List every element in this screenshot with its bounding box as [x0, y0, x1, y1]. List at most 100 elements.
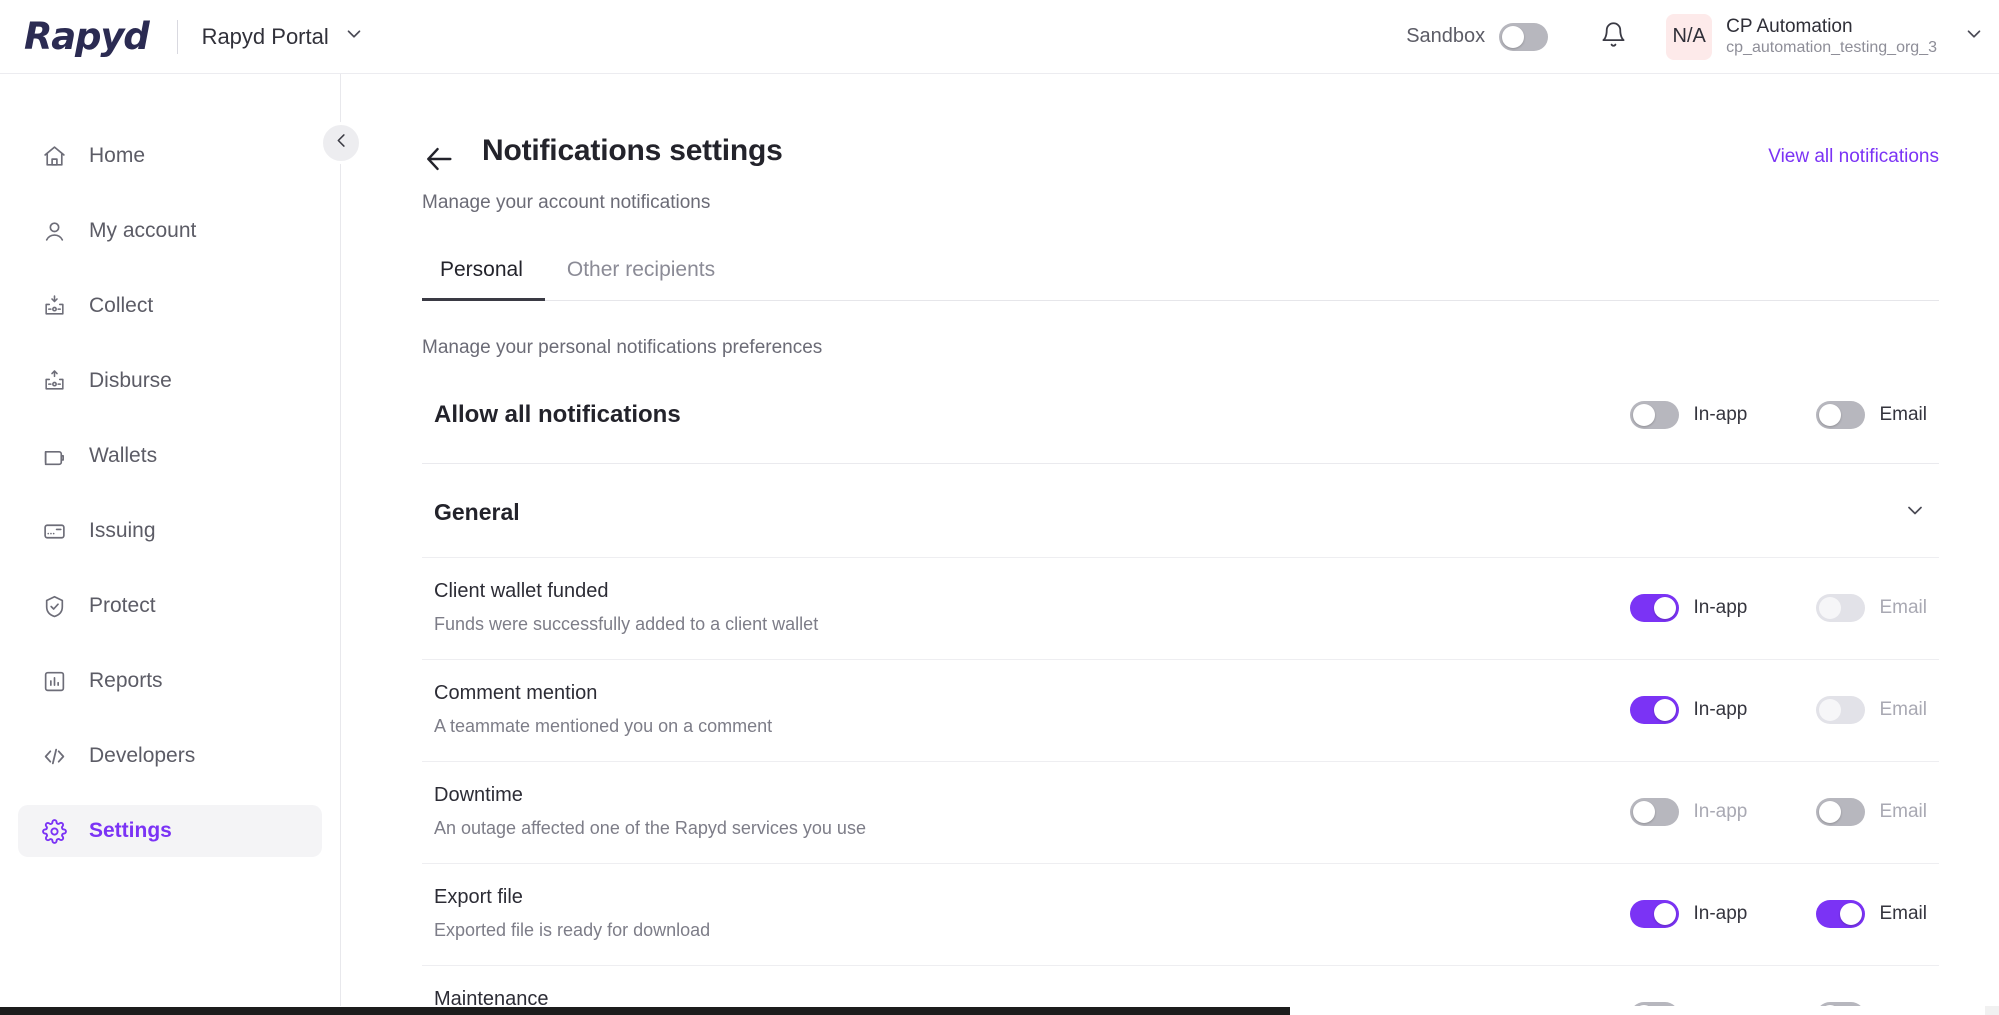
email-toggle[interactable] [1816, 594, 1865, 622]
collect-icon [41, 293, 67, 319]
email-toggle[interactable] [1816, 798, 1865, 826]
sidebar-item-reports[interactable]: Reports [18, 655, 322, 707]
logo-text: Rapyd [24, 15, 149, 58]
sandbox-switch-group[interactable]: Sandbox [1406, 23, 1548, 51]
sidebar-item-collect[interactable]: Collect [18, 280, 322, 332]
chevron-down-icon [1963, 23, 1985, 50]
top-bar-right: Sandbox N/A CP Automation cp_automation_… [1406, 14, 1999, 60]
account-name: CP Automation [1726, 15, 1937, 39]
notification-title: Export file [434, 886, 710, 909]
toggle-label: In-app [1693, 404, 1747, 426]
sidebar-item-label: Collect [89, 294, 153, 318]
page-title: Notifications settings [482, 134, 783, 168]
sidebar-item-label: Issuing [89, 519, 156, 543]
inapp-toggle[interactable] [1630, 798, 1679, 826]
content-wrapper: Notifications settings View all notifica… [342, 74, 1999, 1015]
toggle-knob [1819, 597, 1841, 619]
disburse-icon [41, 368, 67, 394]
notification-row: Client wallet funded Funds were successf… [422, 557, 1939, 659]
toggle-label: In-app [1693, 699, 1747, 721]
chevron-down-icon [343, 23, 365, 50]
user-icon [41, 218, 67, 244]
group-title: General [434, 499, 520, 526]
notification-toggles: In-app Email [1630, 798, 1927, 826]
allow-all-toggles: In-app Email [1630, 401, 1927, 429]
account-texts: CP Automation cp_automation_testing_org_… [1726, 15, 1937, 59]
sidebar-item-disburse[interactable]: Disburse [18, 355, 322, 407]
bell-icon [1600, 21, 1627, 53]
shield-check-icon [41, 593, 67, 619]
notification-row: Comment mention A teammate mentioned you… [422, 659, 1939, 761]
header-divider [177, 20, 178, 54]
sidebar-item-settings[interactable]: Settings [18, 805, 322, 857]
account-selector[interactable]: N/A CP Automation cp_automation_testing_… [1666, 14, 1985, 60]
notification-title: Client wallet funded [434, 580, 818, 603]
sidebar-item-issuing[interactable]: Issuing [18, 505, 322, 557]
toggle-knob [1654, 903, 1676, 925]
account-org-id: cp_automation_testing_org_3 [1726, 38, 1937, 58]
chevron-left-icon [332, 131, 351, 155]
tabs-bar: Personal Other recipients [422, 258, 1939, 301]
notifications-bell-button[interactable] [1590, 14, 1636, 60]
sidebar-item-my-account[interactable]: My account [18, 205, 322, 257]
sandbox-toggle[interactable] [1499, 23, 1548, 51]
toggle-knob [1819, 699, 1841, 721]
toggle-label: In-app [1693, 801, 1747, 823]
avatar: N/A [1666, 14, 1712, 60]
inapp-toggle[interactable] [1630, 696, 1679, 724]
view-all-notifications-link[interactable]: View all notifications [1768, 134, 1939, 168]
sidebar-item-label: Wallets [89, 444, 157, 468]
sidebar-item-home[interactable]: Home [18, 130, 322, 182]
horizontal-scrollbar[interactable] [0, 1006, 1999, 1015]
email-toggle[interactable] [1816, 900, 1865, 928]
email-toggle[interactable] [1816, 696, 1865, 724]
gear-icon [41, 818, 67, 844]
inapp-toggle[interactable] [1630, 594, 1679, 622]
toggle-label: Email [1879, 801, 1927, 823]
sidebar-collapse-button[interactable] [320, 122, 362, 164]
back-button[interactable] [422, 142, 456, 176]
tab-personal[interactable]: Personal [422, 258, 545, 300]
notification-title: Downtime [434, 784, 866, 807]
toggle-label: Email [1879, 903, 1927, 925]
sidebar-item-developers[interactable]: Developers [18, 730, 322, 782]
sidebar-item-label: Home [89, 144, 145, 168]
tab-other-recipients[interactable]: Other recipients [545, 258, 737, 300]
inapp-toggle[interactable] [1630, 900, 1679, 928]
group-header-general[interactable]: General [422, 464, 1939, 557]
section-description: Manage your personal notifications prefe… [422, 337, 1939, 359]
notification-texts: Client wallet funded Funds were successf… [434, 580, 818, 635]
email-group: Email [1816, 798, 1927, 826]
allow-all-email-toggle[interactable] [1816, 401, 1865, 429]
allow-all-title: Allow all notifications [434, 401, 681, 429]
notification-description: Funds were successfully added to a clien… [434, 614, 818, 635]
home-icon [41, 143, 67, 169]
notification-description: Exported file is ready for download [434, 920, 710, 941]
portal-name-label: Rapyd Portal [202, 24, 329, 50]
wallet-icon [41, 443, 67, 469]
page-header: Notifications settings View all notifica… [422, 134, 1939, 176]
toggle-label: Email [1879, 699, 1927, 721]
portal-selector[interactable]: Rapyd Portal [202, 23, 365, 50]
toggle-knob [1633, 404, 1655, 426]
notification-toggles: In-app Email [1630, 900, 1927, 928]
toggle-knob [1502, 26, 1524, 48]
toggle-knob [1840, 903, 1862, 925]
allow-all-inapp-group: In-app [1630, 401, 1816, 429]
arrow-left-icon [422, 163, 456, 180]
toggle-label: Email [1879, 597, 1927, 619]
allow-all-inapp-toggle[interactable] [1630, 401, 1679, 429]
email-group: Email [1816, 696, 1927, 724]
sidebar-item-protect[interactable]: Protect [18, 580, 322, 632]
sidebar-item-wallets[interactable]: Wallets [18, 430, 322, 482]
brand-logo[interactable]: Rapyd [0, 15, 149, 58]
notification-title: Comment mention [434, 682, 772, 705]
toggle-label: In-app [1693, 597, 1747, 619]
main-content: Notifications settings View all notifica… [342, 74, 1999, 1015]
scrollbar-thumb[interactable] [0, 1007, 1290, 1015]
notification-texts: Comment mention A teammate mentioned you… [434, 682, 772, 737]
chevron-down-icon[interactable] [1903, 498, 1927, 527]
toggle-knob [1633, 801, 1655, 823]
toggle-label: In-app [1693, 903, 1747, 925]
sidebar-item-label: Reports [89, 669, 163, 693]
